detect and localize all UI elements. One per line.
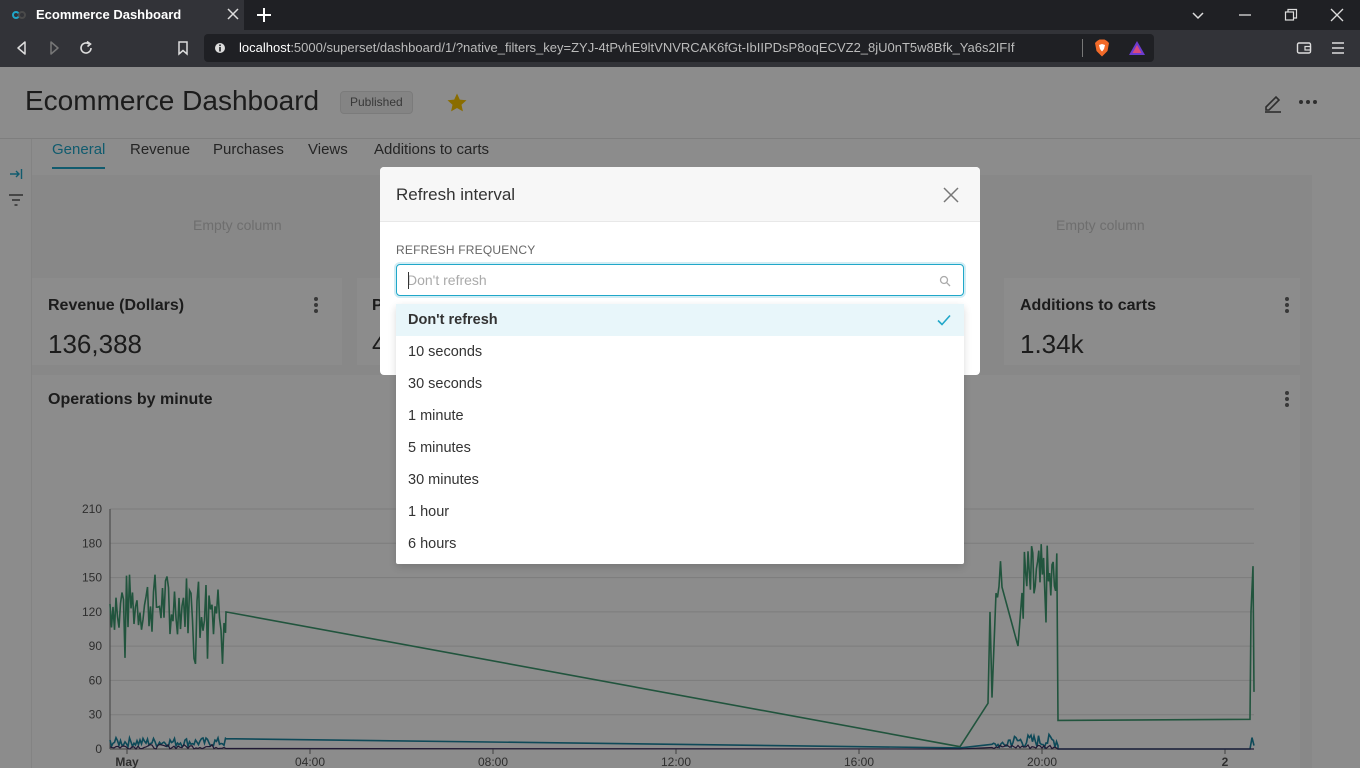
window-close-icon[interactable]: [1329, 7, 1345, 23]
browser-tab-title: Ecommerce Dashboard: [36, 7, 182, 22]
url-text: localhost:5000/superset/dashboard/1/?nat…: [239, 40, 1014, 55]
refresh-frequency-select[interactable]: [396, 264, 964, 296]
modal-header: Refresh interval: [380, 167, 980, 222]
forward-icon[interactable]: [46, 40, 62, 56]
url-divider: [1082, 39, 1083, 57]
search-icon: [939, 275, 951, 287]
restore-icon[interactable]: [1283, 7, 1299, 23]
refresh-frequency-dropdown: Don't refresh 10 seconds 30 seconds 1 mi…: [396, 304, 964, 564]
browser-tab[interactable]: Ecommerce Dashboard: [0, 0, 244, 30]
superset-favicon-icon: [12, 11, 26, 19]
option-1-hour[interactable]: 1 hour: [396, 496, 964, 528]
url-path: :5000/superset/dashboard/1/?native_filte…: [290, 40, 1015, 55]
brave-rewards-icon[interactable]: [1128, 40, 1146, 56]
refresh-frequency-label: REFRESH FREQUENCY: [396, 243, 536, 257]
address-bar[interactable]: localhost:5000/superset/dashboard/1/?nat…: [204, 34, 1154, 62]
minimize-icon[interactable]: [1237, 7, 1253, 23]
reload-icon[interactable]: [78, 40, 94, 56]
option-label: 5 minutes: [408, 440, 471, 456]
option-label: 30 minutes: [408, 472, 479, 488]
option-6-hours[interactable]: 6 hours: [396, 528, 964, 560]
option-10-seconds[interactable]: 10 seconds: [396, 336, 964, 368]
bookmark-icon[interactable]: [175, 40, 191, 56]
close-icon[interactable]: [942, 186, 960, 204]
site-info-icon[interactable]: [214, 42, 226, 54]
option-dont-refresh[interactable]: Don't refresh: [396, 304, 964, 336]
browser-menu-icon[interactable]: [1330, 40, 1346, 56]
option-30-seconds[interactable]: 30 seconds: [396, 368, 964, 400]
browser-toolbar: localhost:5000/superset/dashboard/1/?nat…: [0, 30, 1360, 67]
browser-tab-bar: Ecommerce Dashboard: [0, 0, 1360, 30]
option-5-minutes[interactable]: 5 minutes: [396, 432, 964, 464]
modal-title: Refresh interval: [396, 185, 516, 204]
option-label: 6 hours: [408, 536, 457, 552]
url-host: localhost: [239, 40, 291, 55]
option-label: 1 hour: [408, 504, 450, 520]
option-1-minute[interactable]: 1 minute: [396, 400, 964, 432]
option-30-minutes[interactable]: 30 minutes: [396, 464, 964, 496]
tab-list-chevron-icon[interactable]: [1190, 7, 1206, 23]
checkmark-icon: [937, 314, 951, 326]
option-label: Don't refresh: [408, 312, 498, 328]
back-icon[interactable]: [14, 40, 30, 56]
new-tab-icon[interactable]: [256, 7, 272, 23]
option-label: 30 seconds: [408, 376, 483, 392]
brave-shields-icon[interactable]: [1094, 39, 1110, 57]
refresh-frequency-search-input[interactable]: [407, 269, 927, 291]
option-label: 10 seconds: [408, 344, 483, 360]
text-cursor: [408, 272, 409, 289]
wallet-icon[interactable]: [1296, 40, 1312, 56]
tab-close-icon[interactable]: [226, 7, 240, 21]
option-label: 1 minute: [408, 408, 464, 424]
